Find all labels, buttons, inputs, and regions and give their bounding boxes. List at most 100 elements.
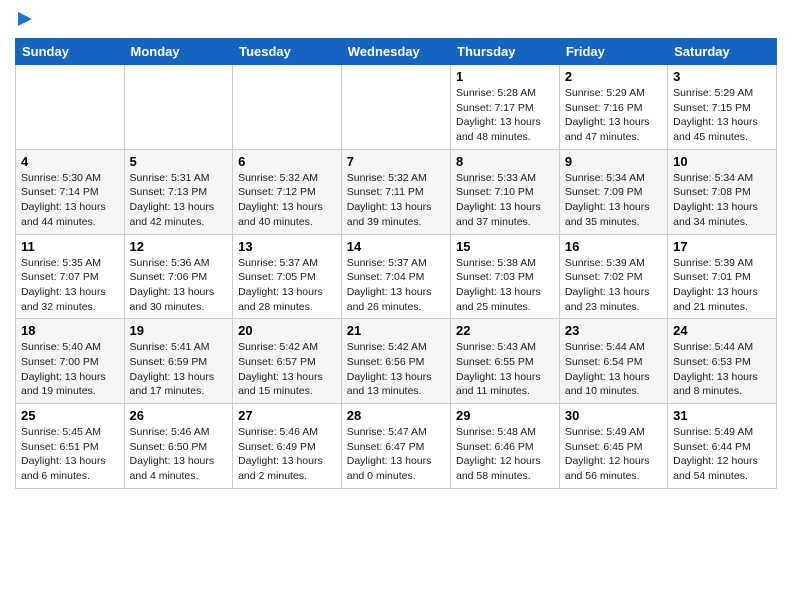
day-info: Sunrise: 5:36 AM Sunset: 7:06 PM Dayligh… (130, 256, 228, 315)
weekday-header-thursday: Thursday (451, 39, 560, 65)
calendar-cell: 21 Sunrise: 5:42 AM Sunset: 6:56 PM Dayli… (341, 319, 450, 404)
day-number: 2 (565, 69, 662, 84)
day-info: Sunrise: 5:40 AM Sunset: 7:00 PM Dayligh… (21, 340, 119, 399)
day-info: Sunrise: 5:32 AM Sunset: 7:12 PM Dayligh… (238, 171, 336, 230)
calendar-cell: 13 Sunrise: 5:37 AM Sunset: 7:05 PM Dayli… (233, 234, 342, 319)
day-info: Sunrise: 5:31 AM Sunset: 7:13 PM Dayligh… (130, 171, 228, 230)
day-number: 26 (130, 408, 228, 423)
calendar-cell: 7 Sunrise: 5:32 AM Sunset: 7:11 PM Daylig… (341, 149, 450, 234)
day-info: Sunrise: 5:29 AM Sunset: 7:16 PM Dayligh… (565, 86, 662, 145)
calendar-table: SundayMondayTuesdayWednesdayThursdayFrid… (15, 38, 777, 489)
day-info: Sunrise: 5:44 AM Sunset: 6:54 PM Dayligh… (565, 340, 662, 399)
calendar-cell: 18 Sunrise: 5:40 AM Sunset: 7:00 PM Dayli… (16, 319, 125, 404)
calendar-cell: 24 Sunrise: 5:44 AM Sunset: 6:53 PM Dayli… (668, 319, 777, 404)
day-number: 28 (347, 408, 445, 423)
weekday-header-monday: Monday (124, 39, 233, 65)
calendar-cell: 22 Sunrise: 5:43 AM Sunset: 6:55 PM Dayli… (451, 319, 560, 404)
day-number: 3 (673, 69, 771, 84)
day-info: Sunrise: 5:39 AM Sunset: 7:01 PM Dayligh… (673, 256, 771, 315)
day-number: 30 (565, 408, 662, 423)
day-info: Sunrise: 5:42 AM Sunset: 6:56 PM Dayligh… (347, 340, 445, 399)
day-number: 14 (347, 239, 445, 254)
day-info: Sunrise: 5:46 AM Sunset: 6:50 PM Dayligh… (130, 425, 228, 484)
calendar-cell: 19 Sunrise: 5:41 AM Sunset: 6:59 PM Dayli… (124, 319, 233, 404)
day-info: Sunrise: 5:46 AM Sunset: 6:49 PM Dayligh… (238, 425, 336, 484)
calendar-cell: 30 Sunrise: 5:49 AM Sunset: 6:45 PM Dayli… (559, 404, 667, 489)
day-number: 5 (130, 154, 228, 169)
day-info: Sunrise: 5:30 AM Sunset: 7:14 PM Dayligh… (21, 171, 119, 230)
day-number: 18 (21, 323, 119, 338)
calendar-header-row: SundayMondayTuesdayWednesdayThursdayFrid… (16, 39, 777, 65)
calendar-week-4: 18 Sunrise: 5:40 AM Sunset: 7:00 PM Dayli… (16, 319, 777, 404)
day-info: Sunrise: 5:32 AM Sunset: 7:11 PM Dayligh… (347, 171, 445, 230)
day-number: 25 (21, 408, 119, 423)
calendar-cell: 16 Sunrise: 5:39 AM Sunset: 7:02 PM Dayli… (559, 234, 667, 319)
calendar-week-2: 4Sunrise: 5:30 AM Sunset: 7:14 PM Daylig… (16, 149, 777, 234)
day-info: Sunrise: 5:29 AM Sunset: 7:15 PM Dayligh… (673, 86, 771, 145)
day-info: Sunrise: 5:49 AM Sunset: 6:44 PM Dayligh… (673, 425, 771, 484)
day-info: Sunrise: 5:44 AM Sunset: 6:53 PM Dayligh… (673, 340, 771, 399)
day-info: Sunrise: 5:37 AM Sunset: 7:04 PM Dayligh… (347, 256, 445, 315)
calendar-cell: 31Sunrise: 5:49 AM Sunset: 6:44 PM Dayli… (668, 404, 777, 489)
day-number: 11 (21, 239, 119, 254)
day-info: Sunrise: 5:41 AM Sunset: 6:59 PM Dayligh… (130, 340, 228, 399)
calendar-cell: 11Sunrise: 5:35 AM Sunset: 7:07 PM Dayli… (16, 234, 125, 319)
day-number: 23 (565, 323, 662, 338)
day-info: Sunrise: 5:33 AM Sunset: 7:10 PM Dayligh… (456, 171, 554, 230)
calendar-cell: 17Sunrise: 5:39 AM Sunset: 7:01 PM Dayli… (668, 234, 777, 319)
day-number: 7 (347, 154, 445, 169)
calendar-cell: 1 Sunrise: 5:28 AM Sunset: 7:17 PM Daylig… (451, 65, 560, 150)
day-number: 16 (565, 239, 662, 254)
day-info: Sunrise: 5:47 AM Sunset: 6:47 PM Dayligh… (347, 425, 445, 484)
day-info: Sunrise: 5:34 AM Sunset: 7:08 PM Dayligh… (673, 171, 771, 230)
logo (15, 10, 35, 28)
day-number: 13 (238, 239, 336, 254)
calendar-week-1: 1 Sunrise: 5:28 AM Sunset: 7:17 PM Daylig… (16, 65, 777, 150)
calendar-week-5: 25Sunrise: 5:45 AM Sunset: 6:51 PM Dayli… (16, 404, 777, 489)
calendar-cell: 29 Sunrise: 5:48 AM Sunset: 6:46 PM Dayli… (451, 404, 560, 489)
weekday-header-friday: Friday (559, 39, 667, 65)
day-info: Sunrise: 5:39 AM Sunset: 7:02 PM Dayligh… (565, 256, 662, 315)
calendar-cell: 26 Sunrise: 5:46 AM Sunset: 6:50 PM Dayli… (124, 404, 233, 489)
calendar-cell (124, 65, 233, 150)
calendar-cell: 25Sunrise: 5:45 AM Sunset: 6:51 PM Dayli… (16, 404, 125, 489)
weekday-header-saturday: Saturday (668, 39, 777, 65)
calendar-week-3: 11Sunrise: 5:35 AM Sunset: 7:07 PM Dayli… (16, 234, 777, 319)
day-number: 19 (130, 323, 228, 338)
day-number: 15 (456, 239, 554, 254)
day-number: 29 (456, 408, 554, 423)
logo-arrow-icon (16, 10, 34, 28)
day-info: Sunrise: 5:38 AM Sunset: 7:03 PM Dayligh… (456, 256, 554, 315)
calendar-cell: 8 Sunrise: 5:33 AM Sunset: 7:10 PM Daylig… (451, 149, 560, 234)
day-info: Sunrise: 5:42 AM Sunset: 6:57 PM Dayligh… (238, 340, 336, 399)
calendar-cell: 5 Sunrise: 5:31 AM Sunset: 7:13 PM Daylig… (124, 149, 233, 234)
page-header (15, 10, 777, 28)
weekday-header-sunday: Sunday (16, 39, 125, 65)
calendar-cell: 27 Sunrise: 5:46 AM Sunset: 6:49 PM Dayli… (233, 404, 342, 489)
day-number: 20 (238, 323, 336, 338)
calendar-cell: 14 Sunrise: 5:37 AM Sunset: 7:04 PM Dayli… (341, 234, 450, 319)
calendar-cell: 9Sunrise: 5:34 AM Sunset: 7:09 PM Daylig… (559, 149, 667, 234)
calendar-cell (341, 65, 450, 150)
day-info: Sunrise: 5:49 AM Sunset: 6:45 PM Dayligh… (565, 425, 662, 484)
day-number: 27 (238, 408, 336, 423)
calendar-cell: 10Sunrise: 5:34 AM Sunset: 7:08 PM Dayli… (668, 149, 777, 234)
day-number: 1 (456, 69, 554, 84)
day-info: Sunrise: 5:34 AM Sunset: 7:09 PM Dayligh… (565, 171, 662, 230)
calendar-cell: 4Sunrise: 5:30 AM Sunset: 7:14 PM Daylig… (16, 149, 125, 234)
day-number: 12 (130, 239, 228, 254)
calendar-cell: 2 Sunrise: 5:29 AM Sunset: 7:16 PM Daylig… (559, 65, 667, 150)
day-info: Sunrise: 5:48 AM Sunset: 6:46 PM Dayligh… (456, 425, 554, 484)
day-number: 24 (673, 323, 771, 338)
calendar-cell: 28 Sunrise: 5:47 AM Sunset: 6:47 PM Dayli… (341, 404, 450, 489)
day-info: Sunrise: 5:43 AM Sunset: 6:55 PM Dayligh… (456, 340, 554, 399)
day-number: 22 (456, 323, 554, 338)
calendar-cell: 20 Sunrise: 5:42 AM Sunset: 6:57 PM Dayli… (233, 319, 342, 404)
day-number: 8 (456, 154, 554, 169)
calendar-cell: 6Sunrise: 5:32 AM Sunset: 7:12 PM Daylig… (233, 149, 342, 234)
day-info: Sunrise: 5:28 AM Sunset: 7:17 PM Dayligh… (456, 86, 554, 145)
day-info: Sunrise: 5:37 AM Sunset: 7:05 PM Dayligh… (238, 256, 336, 315)
day-number: 21 (347, 323, 445, 338)
weekday-header-tuesday: Tuesday (233, 39, 342, 65)
calendar-cell: 23 Sunrise: 5:44 AM Sunset: 6:54 PM Dayli… (559, 319, 667, 404)
